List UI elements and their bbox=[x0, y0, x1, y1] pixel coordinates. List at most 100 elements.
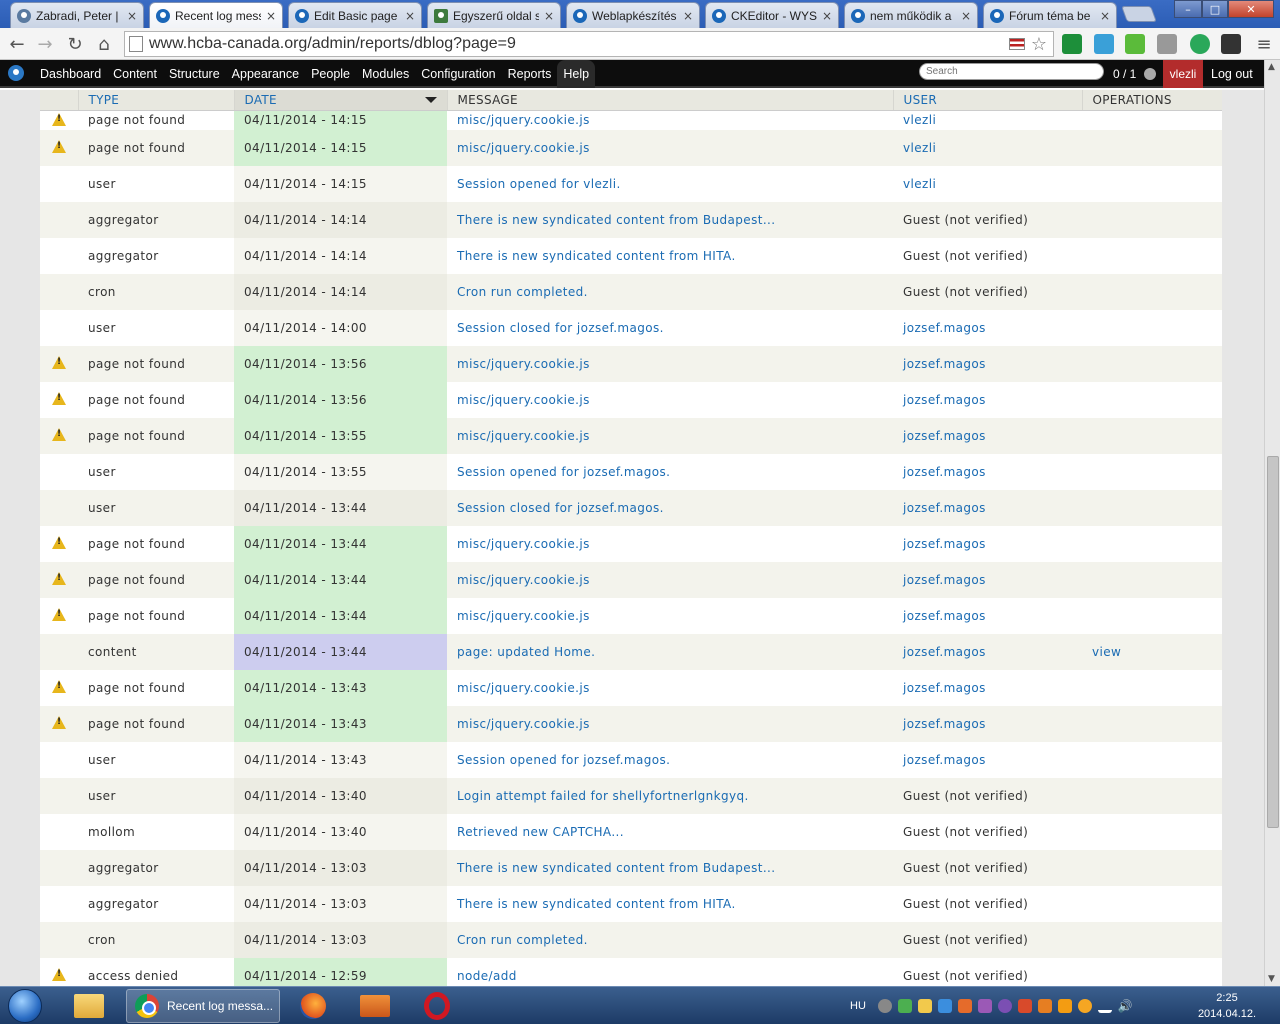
tray-mail-icon[interactable] bbox=[1057, 999, 1072, 1013]
new-tab-button[interactable] bbox=[1121, 6, 1157, 22]
message-link[interactable]: misc/jquery.cookie.js bbox=[457, 141, 590, 155]
user-link[interactable]: vlezli bbox=[903, 177, 936, 191]
user-link[interactable]: jozsef.magos bbox=[903, 573, 986, 587]
type-column-header[interactable]: TYPE bbox=[77, 90, 234, 111]
tab-close-icon[interactable]: × bbox=[405, 9, 415, 23]
tray-shield-icon[interactable] bbox=[977, 999, 992, 1013]
logout-link[interactable]: Log out bbox=[1211, 60, 1253, 88]
user-link[interactable]: jozsef.magos bbox=[903, 717, 986, 731]
message-link[interactable]: misc/jquery.cookie.js bbox=[457, 393, 590, 407]
address-input[interactable] bbox=[149, 35, 1009, 53]
forward-button[interactable]: → bbox=[33, 32, 57, 56]
tray-flag-icon[interactable] bbox=[1017, 999, 1032, 1013]
tray-viber-icon[interactable] bbox=[997, 999, 1012, 1013]
user-link[interactable]: vlezli bbox=[903, 141, 936, 155]
date-sort-link[interactable]: DATE bbox=[245, 93, 277, 107]
user-link[interactable]: jozsef.magos bbox=[903, 321, 986, 335]
extension-puzzle-icon[interactable] bbox=[1221, 34, 1241, 54]
message-link[interactable]: misc/jquery.cookie.js bbox=[457, 537, 590, 551]
message-link[interactable]: Cron run completed. bbox=[457, 285, 588, 299]
message-link[interactable]: misc/jquery.cookie.js bbox=[457, 113, 590, 127]
drupal-home-icon[interactable] bbox=[8, 65, 24, 81]
extension-robot-icon[interactable] bbox=[1062, 34, 1082, 54]
admin-menu-reports[interactable]: Reports bbox=[502, 60, 558, 88]
message-link[interactable]: Session closed for jozsef.magos. bbox=[457, 501, 664, 515]
admin-menu-modules[interactable]: Modules bbox=[356, 60, 415, 88]
message-link[interactable]: misc/jquery.cookie.js bbox=[457, 429, 590, 443]
type-sort-link[interactable]: TYPE bbox=[89, 93, 120, 107]
tab-close-icon[interactable]: × bbox=[127, 9, 137, 23]
message-link[interactable]: misc/jquery.cookie.js bbox=[457, 357, 590, 371]
mail-taskbar-button[interactable] bbox=[352, 989, 398, 1023]
tray-drive-icon[interactable] bbox=[937, 999, 952, 1013]
date-column-header[interactable]: DATE bbox=[233, 90, 447, 111]
opera-taskbar-button[interactable] bbox=[414, 989, 460, 1023]
reload-button[interactable]: ↻ bbox=[63, 32, 87, 56]
user-link[interactable]: jozsef.magos bbox=[903, 393, 986, 407]
tray-update-icon[interactable] bbox=[1077, 999, 1092, 1013]
user-link[interactable]: jozsef.magos bbox=[903, 357, 986, 371]
tray-volume-icon[interactable]: 🔊 bbox=[1118, 999, 1133, 1013]
page-scrollbar[interactable]: ▲ ▼ bbox=[1264, 60, 1280, 986]
message-link[interactable]: misc/jquery.cookie.js bbox=[457, 573, 590, 587]
tray-printer-icon[interactable] bbox=[1037, 999, 1052, 1013]
admin-menu-structure[interactable]: Structure bbox=[163, 60, 226, 88]
message-link[interactable]: Session opened for jozsef.magos. bbox=[457, 465, 670, 479]
tab-close-icon[interactable]: × bbox=[266, 9, 276, 23]
user-link[interactable]: vlezli bbox=[903, 113, 936, 127]
browser-tab-4[interactable]: Weblapkészítés × bbox=[566, 2, 700, 28]
user-link[interactable]: jozsef.magos bbox=[903, 465, 986, 479]
browser-tab-1[interactable]: Recent log mess × bbox=[149, 2, 283, 28]
message-link[interactable]: There is new syndicated content from Bud… bbox=[457, 213, 776, 227]
admin-menu-appearance[interactable]: Appearance bbox=[226, 60, 305, 88]
extension-help-icon[interactable] bbox=[1157, 34, 1177, 54]
browser-tab-6[interactable]: nem működik a × bbox=[844, 2, 978, 28]
admin-menu-people[interactable]: People bbox=[305, 60, 356, 88]
home-button[interactable]: ⌂ bbox=[92, 32, 116, 56]
start-button[interactable] bbox=[8, 989, 42, 1023]
back-button[interactable]: ← bbox=[5, 32, 29, 56]
message-link[interactable]: Session opened for vlezli. bbox=[457, 177, 621, 191]
view-operation-link[interactable]: view bbox=[1092, 645, 1121, 659]
user-link[interactable]: jozsef.magos bbox=[903, 609, 986, 623]
message-link[interactable]: misc/jquery.cookie.js bbox=[457, 609, 590, 623]
user-link[interactable]: jozsef.magos bbox=[903, 753, 986, 767]
tray-office-icon[interactable] bbox=[957, 999, 972, 1013]
message-link[interactable]: There is new syndicated content from HIT… bbox=[457, 897, 736, 911]
chrome-menu-icon[interactable]: ≡ bbox=[1252, 32, 1276, 56]
scrollbar-thumb[interactable] bbox=[1267, 456, 1279, 828]
message-link[interactable]: Session closed for jozsef.magos. bbox=[457, 321, 664, 335]
scroll-down-icon[interactable]: ▼ bbox=[1268, 974, 1275, 984]
browser-tab-5[interactable]: CKEditor - WYSI × bbox=[705, 2, 839, 28]
admin-menu-content[interactable]: Content bbox=[107, 60, 163, 88]
tray-signal-icon[interactable] bbox=[1097, 999, 1112, 1013]
browser-tab-2[interactable]: Edit Basic page × bbox=[288, 2, 422, 28]
bookmark-star-icon[interactable]: ☆ bbox=[1031, 34, 1047, 55]
taskbar-clock[interactable]: 2:25 2014.04.12. bbox=[1188, 990, 1266, 1022]
message-link[interactable]: Login attempt failed for shellyfortnerlg… bbox=[457, 789, 749, 803]
message-link[interactable]: Retrieved new CAPTCHA... bbox=[457, 825, 624, 839]
tray-folder-icon[interactable] bbox=[917, 999, 932, 1013]
extension-evernote-icon[interactable] bbox=[1125, 34, 1145, 54]
user-column-header[interactable]: USER bbox=[892, 90, 1082, 111]
browser-tab-3[interactable]: Egyszerű oldal s × bbox=[427, 2, 561, 28]
tab-close-icon[interactable]: × bbox=[822, 9, 832, 23]
message-link[interactable]: node/add bbox=[457, 969, 517, 983]
message-link[interactable]: Session opened for jozsef.magos. bbox=[457, 753, 670, 767]
message-link[interactable]: There is new syndicated content from HIT… bbox=[457, 249, 736, 263]
message-link[interactable]: page: updated Home. bbox=[457, 645, 595, 659]
message-link[interactable]: misc/jquery.cookie.js bbox=[457, 681, 590, 695]
message-link[interactable]: There is new syndicated content from Bud… bbox=[457, 861, 776, 875]
extension-sync-icon[interactable] bbox=[1190, 34, 1210, 54]
browser-tab-0[interactable]: Zabradi, Peter | × bbox=[10, 2, 144, 28]
admin-menu-dashboard[interactable]: Dashboard bbox=[34, 60, 107, 88]
scroll-up-icon[interactable]: ▲ bbox=[1268, 62, 1275, 72]
tab-close-icon[interactable]: × bbox=[1100, 9, 1110, 23]
address-bar[interactable]: ☆ bbox=[124, 31, 1054, 57]
firefox-taskbar-button[interactable] bbox=[290, 989, 336, 1023]
user-link[interactable]: jozsef.magos bbox=[903, 429, 986, 443]
close-window-button[interactable]: ✕ bbox=[1228, 0, 1274, 18]
extension-user-icon[interactable] bbox=[1094, 34, 1114, 54]
user-link[interactable]: jozsef.magos bbox=[903, 501, 986, 515]
user-link[interactable]: jozsef.magos bbox=[903, 645, 986, 659]
